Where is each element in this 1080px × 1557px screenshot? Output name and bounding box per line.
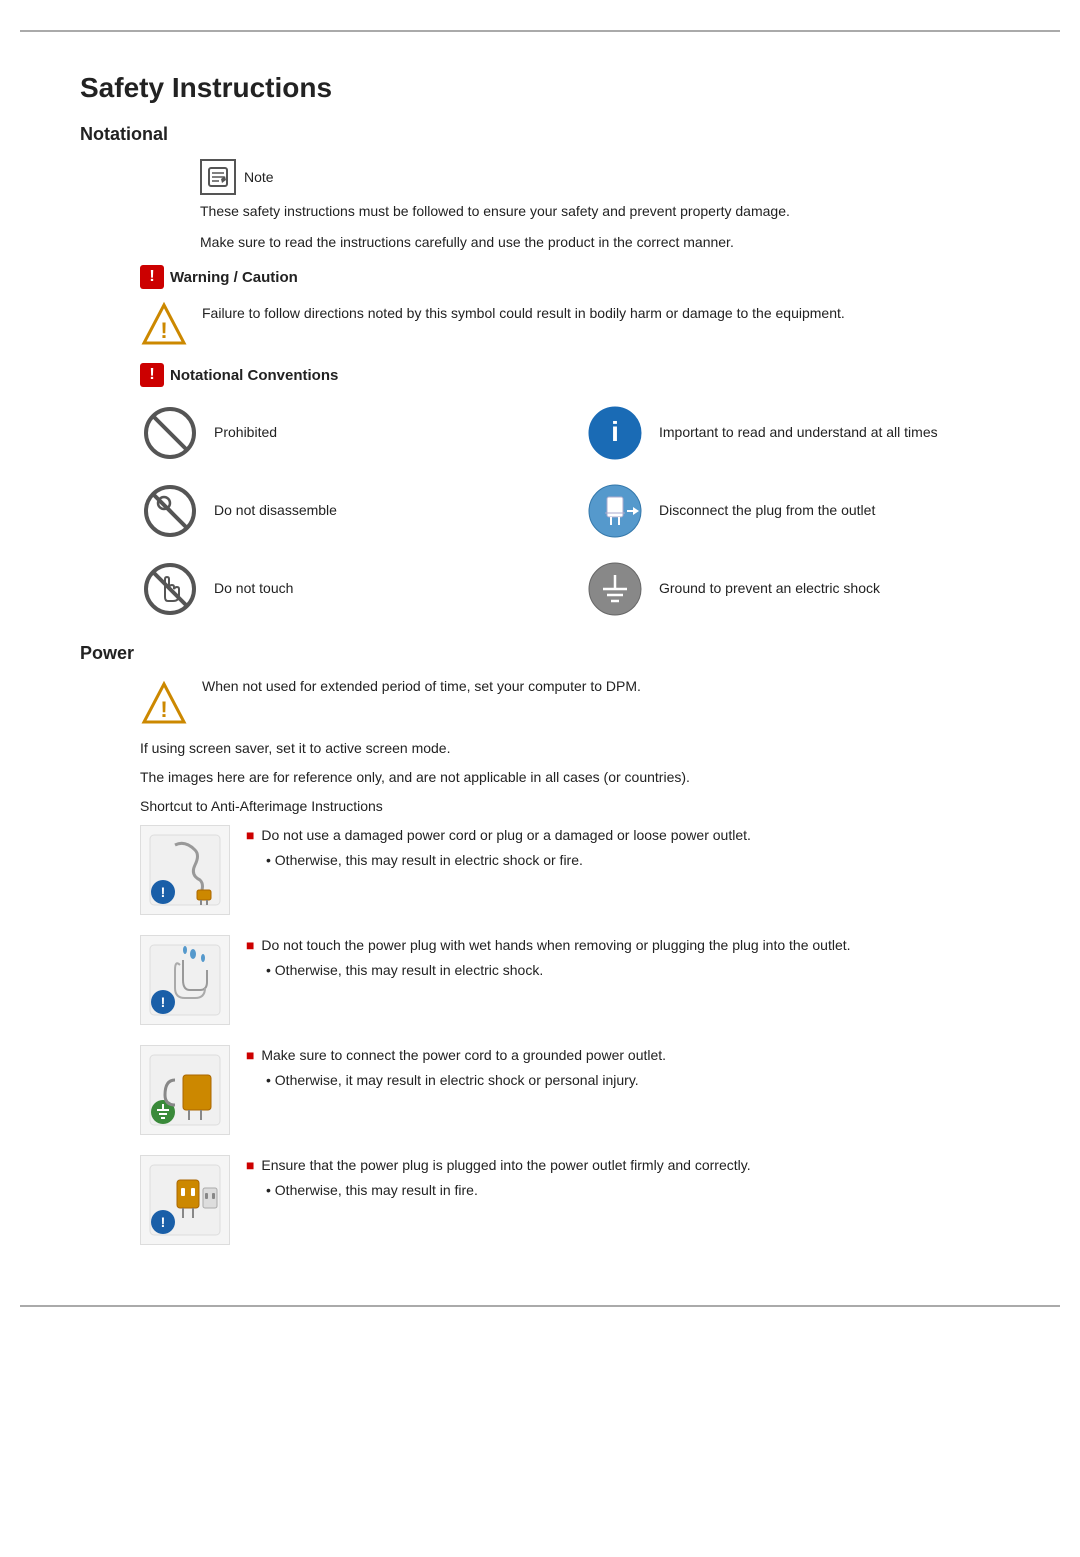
disconnect-plug-icon — [585, 481, 645, 541]
convention-ground: Ground to prevent an electric shock — [585, 559, 1000, 619]
ground-electric-icon — [585, 559, 645, 619]
power-triangle-icon: ! — [140, 680, 188, 728]
triangle-warning-icon: ! — [140, 301, 188, 349]
svg-text:!: ! — [160, 697, 167, 722]
warning-caution-label: ! Warning / Caution — [140, 265, 1000, 289]
power-item-2-text: ■ Do not touch the power plug with wet h… — [246, 935, 1000, 981]
conventions-grid: Prohibited i Important to read and under… — [140, 403, 1000, 619]
svg-text:!: ! — [161, 1214, 166, 1230]
power-item-2: ! ■ Do not touch the power plug with wet… — [140, 935, 1000, 1025]
power-items-list: ! ■ Do not use a damaged power cord or p… — [140, 825, 1000, 1245]
power-item-3-main: ■ Make sure to connect the power cord to… — [246, 1045, 1000, 1066]
prohibited-label: Prohibited — [214, 423, 277, 443]
power-item-1-text: ■ Do not use a damaged power cord or plu… — [246, 825, 1000, 871]
wet-hands-icon: ! — [140, 935, 230, 1025]
disconnect-plug-label: Disconnect the plug from the outlet — [659, 501, 875, 521]
power-item-3-bullet: Otherwise, it may result in electric sho… — [266, 1070, 1000, 1091]
conventions-title-text: Notational Conventions — [170, 367, 338, 384]
main-title: Safety Instructions — [80, 72, 1000, 104]
power-title: Power — [80, 643, 1000, 664]
no-disassemble-label: Do not disassemble — [214, 501, 337, 521]
plug-firmly-icon: ! — [140, 1155, 230, 1245]
power-text-2: The images here are for reference only, … — [140, 767, 1000, 788]
power-item-1-main: ■ Do not use a damaged power cord or plu… — [246, 825, 1000, 846]
svg-text:!: ! — [160, 318, 167, 343]
convention-important-read: i Important to read and understand at al… — [585, 403, 1000, 463]
notational-title: Notational — [80, 124, 1000, 145]
caution-icon-inline-1: ■ — [246, 827, 254, 843]
power-item-1: ! ■ Do not use a damaged power cord or p… — [140, 825, 1000, 915]
power-item-3-text: ■ Make sure to connect the power cord to… — [246, 1045, 1000, 1091]
caution-icon-inline-2: ■ — [246, 937, 254, 953]
warning-block: ! Failure to follow directions noted by … — [140, 299, 1000, 349]
warning-icon-red: ! — [140, 265, 164, 289]
convention-prohibited: Prohibited — [140, 403, 555, 463]
no-disassemble-icon — [140, 481, 200, 541]
convention-no-disassemble: Do not disassemble — [140, 481, 555, 541]
power-text-1: If using screen saver, set it to active … — [140, 738, 1000, 759]
convention-no-touch: Do not touch — [140, 559, 555, 619]
power-item-4-bullet: Otherwise, this may result in fire. — [266, 1180, 1000, 1201]
svg-text:!: ! — [161, 884, 166, 900]
convention-disconnect-plug: Disconnect the plug from the outlet — [585, 481, 1000, 541]
page-container: Safety Instructions Notational Note Thes… — [20, 30, 1060, 1307]
power-item-2-main: ■ Do not touch the power plug with wet h… — [246, 935, 1000, 956]
power-item-3: ■ Make sure to connect the power cord to… — [140, 1045, 1000, 1135]
grounded-outlet-icon — [140, 1045, 230, 1135]
power-section: Power ! When not used for extended perio… — [80, 643, 1000, 1245]
note-block: Note These safety instructions must be f… — [200, 159, 1000, 253]
prohibited-icon — [140, 403, 200, 463]
power-item-4-text: ■ Ensure that the power plug is plugged … — [246, 1155, 1000, 1201]
no-touch-label: Do not touch — [214, 579, 293, 599]
caution-icon-inline-4: ■ — [246, 1157, 254, 1173]
note-icon — [200, 159, 236, 195]
conventions-title-block: ! Notational Conventions — [140, 363, 1000, 387]
caution-icon-inline-3: ■ — [246, 1047, 254, 1063]
svg-text:i: i — [611, 416, 619, 447]
note-text-2: Make sure to read the instructions caref… — [200, 232, 1000, 253]
power-cord-icon: ! — [140, 825, 230, 915]
warning-caution-text: Failure to follow directions noted by th… — [202, 299, 845, 324]
important-read-icon: i — [585, 403, 645, 463]
power-item-4-main: ■ Ensure that the power plug is plugged … — [246, 1155, 1000, 1176]
note-text-1: These safety instructions must be follow… — [200, 201, 1000, 222]
ground-electric-label: Ground to prevent an electric shock — [659, 579, 880, 599]
power-item-1-bullet: Otherwise, this may result in electric s… — [266, 850, 1000, 871]
important-read-label: Important to read and understand at all … — [659, 423, 938, 443]
power-text-3: Shortcut to Anti-Afterimage Instructions — [140, 796, 1000, 817]
no-touch-icon — [140, 559, 200, 619]
power-item-2-bullet: Otherwise, this may result in electric s… — [266, 960, 1000, 981]
power-warning-block: ! When not used for extended period of t… — [140, 678, 1000, 728]
power-item-4: ! ■ En — [140, 1155, 1000, 1245]
svg-text:!: ! — [161, 994, 166, 1010]
power-warning-text: When not used for extended period of tim… — [202, 678, 641, 694]
note-label: Note — [244, 169, 274, 185]
conventions-warning-icon: ! — [140, 363, 164, 387]
note-icon-row: Note — [200, 159, 1000, 195]
